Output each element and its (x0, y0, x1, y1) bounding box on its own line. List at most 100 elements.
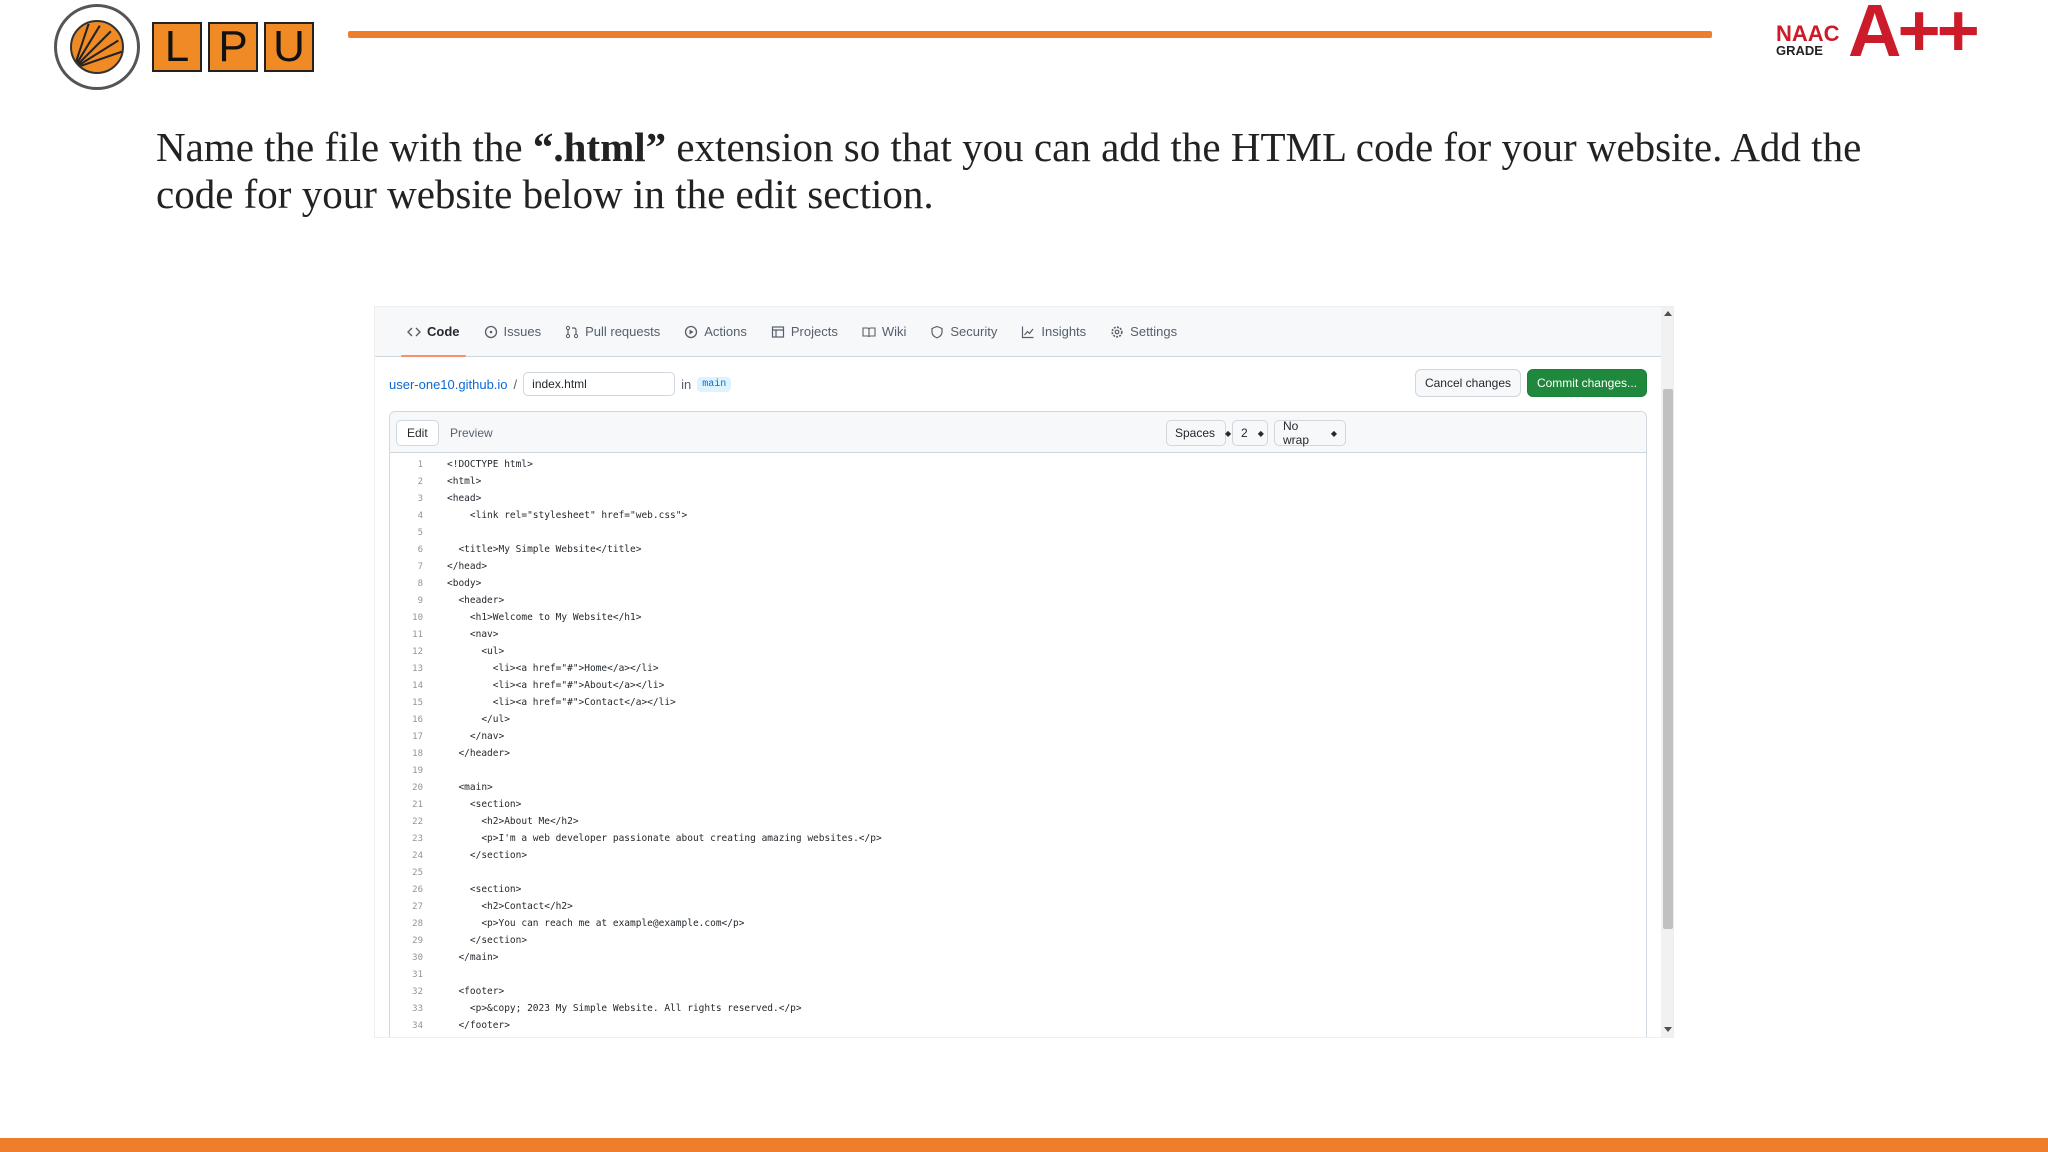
code-text[interactable]: <p>I'm a web developer passionate about … (423, 833, 881, 844)
tab-preview[interactable]: Preview (440, 420, 503, 446)
cancel-changes-button[interactable]: Cancel changes (1415, 369, 1521, 397)
code-line[interactable]: 10 <h1>Welcome to My Website</h1> (390, 609, 1646, 626)
code-line[interactable]: 19 (390, 762, 1646, 779)
code-text[interactable]: <title>My Simple Website</title> (423, 544, 641, 555)
tab-label: Actions (704, 324, 747, 339)
code-text[interactable]: <p>You can reach me at example@example.c… (423, 918, 744, 929)
code-line[interactable]: 28 <p>You can reach me at example@exampl… (390, 915, 1646, 932)
code-text[interactable]: <li><a href="#">Contact</a></li> (423, 697, 676, 708)
code-text[interactable]: <h2>Contact</h2> (423, 901, 573, 912)
code-icon (407, 327, 421, 336)
code-line[interactable]: 32 <footer> (390, 983, 1646, 1000)
tab-security[interactable]: Security (930, 307, 997, 357)
code-line[interactable]: 25 (390, 864, 1646, 881)
code-line[interactable]: 23 <p>I'm a web developer passionate abo… (390, 830, 1646, 847)
code-lines[interactable]: 1 <!DOCTYPE html> 2 <html> 3 <head> 4 <link re… (390, 456, 1646, 1034)
code-line[interactable]: 13 <li><a href="#">Home</a></li> (390, 660, 1646, 677)
code-text[interactable]: <nav> (423, 629, 499, 640)
tab-edit[interactable]: Edit (396, 420, 439, 446)
code-line[interactable]: 33 <p>&copy; 2023 My Simple Website. All… (390, 1000, 1646, 1017)
code-text[interactable]: <head> (423, 493, 481, 504)
tab-actions[interactable]: Actions (684, 307, 747, 357)
line-number: 24 (412, 850, 423, 861)
code-line[interactable]: 16 </ul> (390, 711, 1646, 728)
scroll-down-icon[interactable] (1664, 1027, 1672, 1032)
code-text[interactable]: <main> (423, 782, 492, 793)
code-line[interactable]: 7 </head> (390, 558, 1646, 575)
tab-code[interactable]: Code (401, 307, 465, 357)
instruction-part: Name the file with the (156, 124, 533, 170)
code-text[interactable]: <section> (423, 799, 521, 810)
code-line[interactable]: 22 <h2>About Me</h2> (390, 813, 1646, 830)
code-text[interactable]: <ul> (423, 646, 504, 657)
line-number: 14 (412, 680, 423, 691)
code-text[interactable]: </main> (423, 952, 498, 963)
vertical-scrollbar[interactable] (1661, 307, 1673, 1037)
line-number: 5 (417, 527, 423, 538)
code-line[interactable]: 21 <section> (390, 796, 1646, 813)
code-line[interactable]: 5 (390, 524, 1646, 541)
code-line[interactable]: 14 <li><a href="#">About</a></li> (390, 677, 1646, 694)
code-text[interactable]: <p>&copy; 2023 My Simple Website. All ri… (423, 1003, 802, 1014)
code-line[interactable]: 4 <link rel="stylesheet" href="web.css"> (390, 507, 1646, 524)
code-text[interactable]: </ul> (423, 714, 510, 725)
indent-mode-select[interactable]: Spaces ◆ (1166, 420, 1231, 446)
commit-changes-button[interactable]: Commit changes... (1527, 369, 1647, 397)
select-caret-icon: ◆ (1330, 428, 1337, 438)
scrollbar-thumb[interactable] (1663, 389, 1673, 929)
tab-wiki[interactable]: Wiki (862, 307, 906, 357)
tab-insights[interactable]: Insights (1021, 307, 1086, 357)
code-text[interactable]: <li><a href="#">Home</a></li> (423, 663, 659, 674)
indent-size-select[interactable]: 2 ◆ (1232, 420, 1268, 446)
code-line[interactable]: 12 <ul> (390, 643, 1646, 660)
code-text[interactable]: </section> (423, 935, 527, 946)
code-text[interactable]: <h2>About Me</h2> (423, 816, 578, 827)
code-text[interactable]: <html> (423, 476, 481, 487)
code-text[interactable]: <header> (423, 595, 504, 606)
code-text[interactable]: </section> (423, 850, 527, 861)
code-text[interactable]: <body> (423, 578, 481, 589)
code-line[interactable]: 17 </nav> (390, 728, 1646, 745)
code-line[interactable]: 8 <body> (390, 575, 1646, 592)
tab-pull-requests[interactable]: Pull requests (565, 307, 660, 357)
code-line[interactable]: 11 <nav> (390, 626, 1646, 643)
code-line[interactable]: 26 <section> (390, 881, 1646, 898)
code-text[interactable]: <link rel="stylesheet" href="web.css"> (423, 510, 687, 521)
code-text[interactable]: <h1>Welcome to My Website</h1> (423, 612, 642, 623)
code-text[interactable]: <!DOCTYPE html> (423, 459, 533, 470)
code-line[interactable]: 27 <h2>Contact</h2> (390, 898, 1646, 915)
repo-link[interactable]: user-one10.github.io (389, 377, 508, 392)
code-line[interactable]: 20 <main> (390, 779, 1646, 796)
code-text[interactable]: <section> (423, 884, 521, 895)
filename-input[interactable]: index.html (523, 372, 676, 396)
table-icon (771, 325, 784, 338)
code-line[interactable]: 18 </header> (390, 745, 1646, 762)
scroll-up-icon[interactable] (1664, 311, 1672, 316)
code-text[interactable]: <footer> (423, 986, 504, 997)
code-line[interactable]: 3 <head> (390, 490, 1646, 507)
code-line[interactable]: 1 <!DOCTYPE html> (390, 456, 1646, 473)
code-line[interactable]: 2 <html> (390, 473, 1646, 490)
line-number: 6 (417, 544, 423, 555)
gear-icon (1111, 325, 1123, 338)
code-text[interactable]: </footer> (423, 1020, 509, 1031)
code-line[interactable]: 29 </section> (390, 932, 1646, 949)
code-text[interactable]: <li><a href="#">About</a></li> (423, 680, 665, 691)
code-text[interactable]: </head> (423, 561, 487, 572)
code-line[interactable]: 9 <header> (390, 592, 1646, 609)
line-number: 17 (412, 731, 423, 742)
code-text[interactable]: </header> (423, 748, 509, 759)
code-line[interactable]: 24 </section> (390, 847, 1646, 864)
graph-icon (1022, 326, 1034, 338)
code-line[interactable]: 31 (390, 966, 1646, 983)
code-line[interactable]: 6 <title>My Simple Website</title> (390, 541, 1646, 558)
tab-issues[interactable]: Issues (484, 307, 541, 357)
code-line[interactable]: 34 </footer> (390, 1017, 1646, 1034)
code-line[interactable]: 15 <li><a href="#">Contact</a></li> (390, 694, 1646, 711)
code-line[interactable]: 30 </main> (390, 949, 1646, 966)
tab-settings[interactable]: Settings (1110, 307, 1177, 357)
code-text[interactable]: </nav> (423, 731, 504, 742)
tab-projects[interactable]: Projects (771, 307, 838, 357)
tab-label: Code (427, 324, 460, 339)
wrap-mode-select[interactable]: No wrap ◆ (1274, 419, 1346, 447)
